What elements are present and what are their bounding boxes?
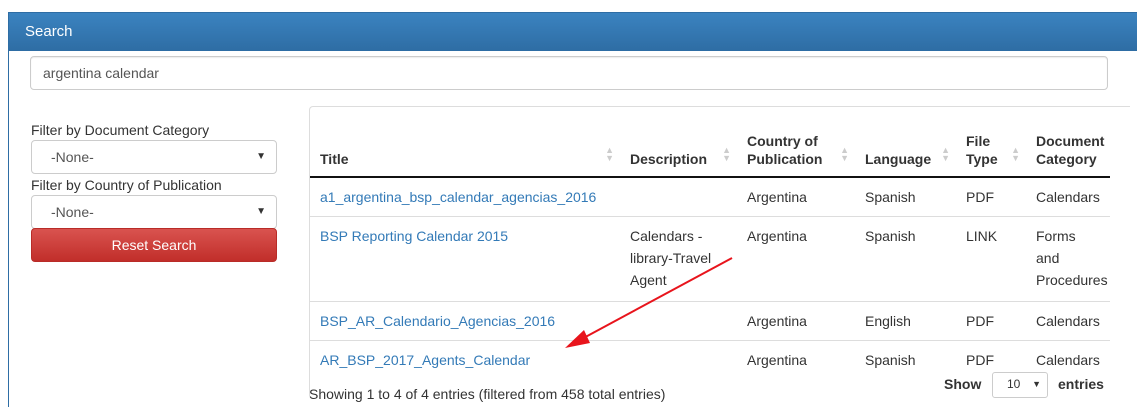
column-header-description[interactable]: Description ▲ ▼ [620, 107, 737, 178]
description-cell: Calendars - library-Travel Agent [620, 216, 737, 302]
chevron-down-icon: ▼ [1032, 379, 1041, 389]
sort-icon: ▲ ▼ [722, 145, 731, 163]
search-input[interactable] [30, 56, 1108, 90]
file-type-cell: PDF [956, 176, 1026, 217]
category-cell: Calendars [1026, 176, 1110, 217]
language-cell: Spanish [855, 216, 956, 302]
country-filter-label: Filter by Country of Publication [31, 177, 222, 193]
file-type-cell: LINK [956, 216, 1026, 302]
country-cell: Argentina [737, 301, 855, 341]
page-length-value: 10 [1007, 377, 1021, 391]
panel-heading: Search [9, 13, 1137, 51]
page-length-control: Show 10 ▼ entries [944, 372, 1104, 398]
table-row: a1_argentina_bsp_calendar_agencias_2016 … [310, 176, 1110, 217]
table-info-text: Showing 1 to 4 of 4 entries (filtered fr… [309, 386, 666, 402]
column-header-document-category[interactable]: Document Category [1026, 107, 1110, 178]
country-cell: Argentina [737, 216, 855, 302]
language-cell: English [855, 301, 956, 341]
panel-title: Search [25, 23, 73, 40]
chevron-down-icon: ▼ [256, 206, 266, 217]
category-filter-select[interactable]: -None- ▼ [31, 140, 277, 174]
chevron-down-icon: ▼ [256, 151, 266, 162]
language-cell: Spanish [855, 176, 956, 217]
document-title-link[interactable]: a1_argentina_bsp_calendar_agencias_2016 [320, 189, 596, 205]
category-filter-label: Filter by Document Category [31, 122, 210, 138]
country-filter-select[interactable]: -None- ▼ [31, 195, 277, 229]
category-cell: Forms and Procedures [1026, 216, 1110, 302]
description-cell [620, 176, 737, 217]
table-row: BSP Reporting Calendar 2015 Calendars - … [310, 216, 1110, 302]
column-header-language[interactable]: Language ▲ ▼ [855, 107, 956, 178]
results-table-container: Title ▲ ▼ Description ▲ ▼ Country of Publica… [309, 106, 1130, 396]
table-row: AR_BSP_2017_Agents_Calendar Argentina Sp… [310, 340, 1110, 379]
category-cell: Calendars [1026, 301, 1110, 341]
column-header-country[interactable]: Country of Publication ▲ ▼ [737, 107, 855, 178]
country-filter-value: -None- [51, 204, 94, 220]
column-header-title[interactable]: Title ▲ ▼ [310, 107, 620, 178]
country-cell: Argentina [737, 340, 855, 379]
language-cell: Spanish [855, 340, 956, 379]
show-label: Show [944, 376, 982, 392]
table-row: BSP_AR_Calendario_Agencias_2016 Argentin… [310, 301, 1110, 341]
column-header-file-type[interactable]: File Type ▲ ▼ [956, 107, 1026, 178]
country-cell: Argentina [737, 176, 855, 217]
sort-icon: ▲ ▼ [840, 145, 849, 163]
document-title-link[interactable]: AR_BSP_2017_Agents_Calendar [320, 352, 530, 368]
description-cell [620, 340, 737, 379]
file-type-cell: PDF [956, 301, 1026, 341]
results-table: Title ▲ ▼ Description ▲ ▼ Country of Publica… [310, 107, 1110, 379]
category-filter-value: -None- [51, 149, 94, 165]
reset-search-button[interactable]: Reset Search [31, 228, 277, 262]
sort-icon: ▲ ▼ [941, 145, 950, 163]
document-title-link[interactable]: BSP_AR_Calendario_Agencias_2016 [320, 313, 555, 329]
document-title-link[interactable]: BSP Reporting Calendar 2015 [320, 228, 508, 244]
entries-label: entries [1058, 376, 1104, 392]
page-length-select[interactable]: 10 ▼ [992, 372, 1048, 398]
sort-icon: ▲ ▼ [1011, 145, 1020, 163]
sort-icon: ▲ ▼ [605, 145, 614, 163]
description-cell [620, 301, 737, 341]
